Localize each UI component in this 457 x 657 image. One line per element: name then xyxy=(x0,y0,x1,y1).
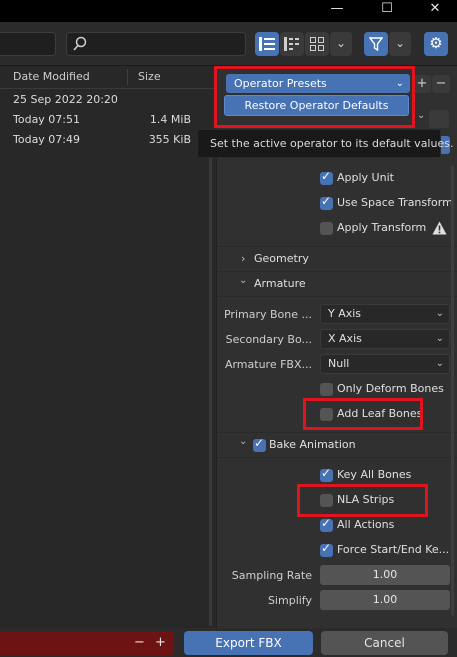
primary-bone-axis-value: Y Axis xyxy=(328,307,362,320)
bottom-bar: − + Export FBX Cancel xyxy=(0,628,457,657)
key-all-bones-label: Key All Bones xyxy=(337,468,412,481)
horizontal-list-icon xyxy=(284,37,299,51)
header-divider xyxy=(0,88,216,89)
armature-fbx-node-value: Null xyxy=(328,357,350,370)
remove-preset-button[interactable]: − xyxy=(432,75,450,93)
divider xyxy=(217,246,457,247)
filename-field[interactable]: − + xyxy=(0,631,174,655)
column-header-date[interactable]: Date Modified xyxy=(13,66,90,88)
chevron-down-icon: ⌄ xyxy=(435,333,444,344)
file-browser-toolbar: ⌄ ⌄ ⚙ xyxy=(0,22,457,66)
increment-button[interactable]: + xyxy=(155,631,166,655)
warning-icon xyxy=(432,221,447,235)
filter-menu[interactable]: ⌄ xyxy=(389,32,411,56)
display-list-horizontal-button[interactable] xyxy=(280,32,304,56)
all-actions-label: All Actions xyxy=(337,518,395,531)
chevron-down-icon: ⌄ xyxy=(239,436,248,447)
export-settings-panel: Operator Presets ⌄ + − Restore Operator … xyxy=(197,66,457,628)
secondary-bone-axis-dropdown[interactable]: X Axis ⌄ xyxy=(320,329,450,349)
column-divider xyxy=(127,69,128,85)
file-date: Today 07:51 xyxy=(13,113,81,126)
display-thumbnails-button[interactable] xyxy=(305,32,329,56)
chevron-down-icon: ⌄ xyxy=(435,358,444,369)
thumbnail-grid-icon xyxy=(310,37,324,51)
apply-unit-checkbox[interactable] xyxy=(320,169,333,185)
display-list-vertical-button[interactable] xyxy=(255,32,279,56)
simplify-label: Simplify xyxy=(267,594,312,607)
chevron-down-icon: ⌄ xyxy=(335,36,347,50)
tooltip: Set the active operator to its default v… xyxy=(197,129,453,158)
preset-browser-button[interactable] xyxy=(429,110,449,128)
primary-bone-axis-dropdown[interactable]: Y Axis ⌄ xyxy=(320,304,450,324)
secondary-bone-axis-label: Secondary Bo... xyxy=(225,333,312,346)
all-actions-checkbox[interactable] xyxy=(320,516,333,532)
chevron-down-icon: ⌄ xyxy=(417,110,426,121)
only-deform-bones-checkbox[interactable] xyxy=(320,383,333,396)
armature-section-header[interactable]: Armature xyxy=(254,277,306,290)
file-size: 1.4 MiB xyxy=(149,113,191,126)
file-date: Today 07:49 xyxy=(13,133,81,146)
panel-scrollbar[interactable] xyxy=(451,166,454,616)
highlight-box-leaf-bones xyxy=(303,398,423,430)
primary-bone-axis-label: Primary Bone ... xyxy=(223,308,312,321)
divider xyxy=(217,432,457,433)
apply-transform-checkbox[interactable] xyxy=(320,222,333,235)
filter-funnel-icon xyxy=(368,37,384,52)
use-space-transform-label: Use Space Transform xyxy=(337,196,453,209)
display-mode-menu[interactable]: ⌄ xyxy=(330,32,352,56)
apply-transform-label: Apply Transform xyxy=(337,221,427,234)
chevron-down-icon: ⌄ xyxy=(394,36,406,50)
force-start-end-keying-checkbox[interactable] xyxy=(320,541,333,557)
sampling-rate-field[interactable]: 1.00 xyxy=(320,565,450,585)
maximize-button[interactable]: ☐ xyxy=(372,0,402,22)
file-list: Date Modified Size 25 Sep 2022 20:20 Tod… xyxy=(0,66,216,628)
minimize-button[interactable]: — xyxy=(322,0,352,22)
add-preset-button[interactable]: + xyxy=(413,75,431,93)
file-row[interactable]: 25 Sep 2022 20:20 xyxy=(0,90,216,110)
apply-unit-label: Apply Unit xyxy=(337,171,394,184)
decrement-button[interactable]: − xyxy=(134,631,145,655)
path-field[interactable] xyxy=(0,32,56,56)
sampling-rate-label: Sampling Rate xyxy=(231,569,312,582)
key-all-bones-checkbox[interactable] xyxy=(320,466,333,482)
search-icon xyxy=(73,36,87,51)
filter-toggle-button[interactable] xyxy=(364,32,388,56)
bake-animation-checkbox[interactable] xyxy=(253,436,266,452)
geometry-section-header[interactable]: Geometry xyxy=(254,252,309,265)
gear-icon: ⚙ xyxy=(429,34,443,52)
use-space-transform-checkbox[interactable] xyxy=(320,194,333,210)
divider xyxy=(217,271,457,272)
simplify-field[interactable]: 1.00 xyxy=(320,590,450,610)
highlight-box-presets xyxy=(214,66,415,128)
list-view-icon xyxy=(259,37,275,51)
secondary-bone-axis-value: X Axis xyxy=(328,332,362,345)
file-date: 25 Sep 2022 20:20 xyxy=(13,93,118,106)
armature-fbx-node-label: Armature FBX... xyxy=(224,358,312,371)
close-button[interactable]: ✕ xyxy=(420,0,450,22)
column-header-size[interactable]: Size xyxy=(138,66,161,88)
file-size: 355 KiB xyxy=(148,133,191,146)
export-fbx-button[interactable]: Export FBX xyxy=(184,631,313,655)
bake-animation-section-header[interactable]: Bake Animation xyxy=(269,438,356,451)
cancel-button[interactable]: Cancel xyxy=(321,631,448,655)
armature-fbx-node-dropdown[interactable]: Null ⌄ xyxy=(320,354,450,374)
chevron-right-icon: › xyxy=(241,252,246,265)
divider xyxy=(217,457,457,458)
settings-button[interactable]: ⚙ xyxy=(424,32,448,56)
only-deform-bones-label: Only Deform Bones xyxy=(337,382,444,395)
file-row[interactable]: Today 07:51 1.4 MiB xyxy=(0,110,216,130)
highlight-box-nla-strips xyxy=(297,484,428,517)
divider xyxy=(217,296,457,297)
search-input[interactable] xyxy=(66,32,246,56)
scrollbar[interactable] xyxy=(209,156,212,626)
chevron-down-icon: ⌄ xyxy=(435,308,444,319)
force-start-end-keying-label: Force Start/End Ke... xyxy=(337,543,450,556)
title-bar: — ☐ ✕ xyxy=(0,0,457,22)
chevron-down-icon: ⌄ xyxy=(239,275,248,286)
file-row[interactable]: Today 07:49 355 KiB xyxy=(0,130,216,150)
